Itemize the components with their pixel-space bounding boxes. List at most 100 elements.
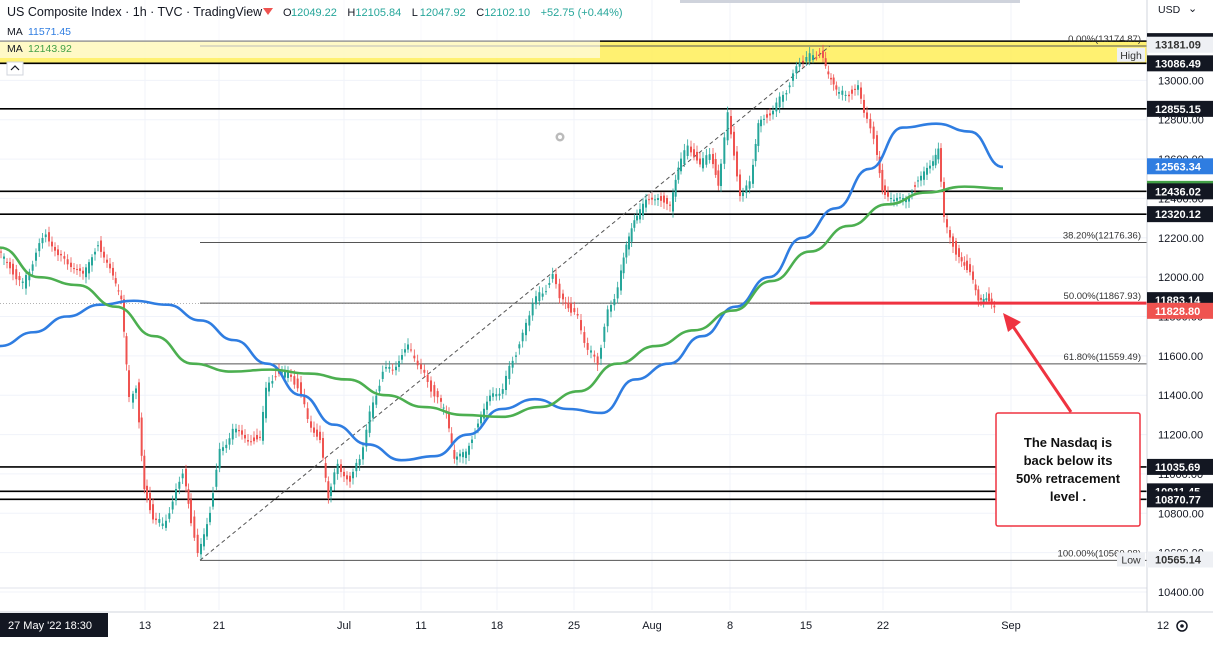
candle-body [872,126,875,139]
fib-level-label: 61.80%(11559.49) [1064,352,1141,363]
candle-body [630,228,633,242]
price-label[interactable]: 11035.69 [1147,458,1213,475]
candle-body [57,249,59,256]
price-label-text: 11828.80 [1155,306,1200,318]
candle-body [138,382,140,423]
price-label[interactable]: 13086.49 [1147,55,1213,72]
candle-body [477,423,479,428]
candle-body [492,393,494,397]
candle-body [654,199,656,201]
candle-body [35,252,37,261]
candle-body [253,437,255,442]
candle-body [388,366,391,369]
price-label[interactable]: 12320.12 [1147,206,1213,223]
candle-body [863,99,865,113]
candle-body [808,53,811,62]
time-axis-tick: 8 [727,620,733,632]
price-label[interactable]: 11828.80 [1147,302,1213,319]
price-label[interactable]: 13181.09 [1147,36,1213,53]
price-axis-tick: 11200.00 [1158,430,1203,442]
time-axis-tick: 18 [491,620,503,632]
candle-body [838,92,840,94]
candle-body [498,393,501,396]
candle-body [736,151,738,177]
candle-body [674,179,677,197]
price-label[interactable]: 12855.15 [1147,100,1213,117]
fib-level-label: 38.20%(12176.36) [1063,230,1141,241]
candle-body [241,430,243,435]
price-axis[interactable]: 10400.0010600.0010800.0011000.0011200.00… [1146,0,1213,643]
candle-body [528,315,531,326]
chart[interactable]: 0.00%(13174.87) 38.20%(12176.36) 50.00%(11… [0,0,1213,643]
time-axis[interactable]: 13 21 Jul 11 18 25 Aug 8 15 22 Sep 12 27 May '22 18:… [0,611,1213,643]
candle-body [48,232,50,242]
collapse-legend-icon[interactable] [6,61,24,76]
candle-body [660,196,662,201]
candle-body [161,523,164,527]
candle-body [319,431,321,440]
candle-body [6,261,8,263]
candle-body [739,174,741,197]
candle-body [132,393,134,403]
candle-body [702,158,704,169]
candle-body [923,171,925,180]
candle-body [887,192,889,197]
candle-body [805,57,808,62]
candle-body [541,293,544,297]
candle-body [284,371,286,378]
candle-body [854,88,856,90]
price-label[interactable]: 10870.77 [1147,491,1213,508]
candle-body [486,401,488,410]
candle-body [648,199,650,201]
candle-body [222,447,224,451]
candle-body [966,260,968,271]
candle-body [97,245,99,247]
candle-body [636,215,638,221]
candle-body [391,369,394,371]
price-label[interactable]: 10565.14 [1147,551,1213,568]
candle-body [564,302,567,304]
candle-body [946,219,948,228]
candle-body [686,145,689,156]
candle-body [884,185,886,195]
alert-clock-icon[interactable] [555,132,565,142]
extreme-tag: High [1117,47,1145,62]
candle-body [91,257,93,266]
candle-body [70,262,72,268]
symbol-title: US Composite Index · 1h · TVC · TradingV… [7,5,263,19]
price-chart-svg[interactable]: 0.00%(13174.87) 38.20%(12176.36) 50.00%(11… [0,0,1213,643]
candle-body [175,489,177,501]
price-label[interactable]: 12563.34 [1147,158,1213,175]
candle-body [696,151,698,161]
candle-body [955,240,957,255]
candle-body [769,113,771,116]
candle-body [51,241,53,247]
candle-body [570,303,572,313]
candle-body [94,251,96,255]
candle-body [85,267,87,278]
candle-body [693,149,695,157]
candle-body [54,246,56,251]
candle-body [287,372,289,378]
price-label[interactable]: 12436.02 [1147,183,1213,200]
candle-body [407,344,409,350]
candle-body [869,118,872,129]
candle-body [993,305,996,308]
candle-body [505,375,507,390]
candle-body [666,198,668,204]
candle-body [125,336,128,365]
price-label-text: 11035.69 [1155,462,1200,474]
candle-body [822,50,824,58]
price-axis-tick: 12000.00 [1158,272,1204,284]
fib-level-label: 50.00%(11867.93) [1064,291,1141,302]
candle-body [193,516,196,538]
candle-body [555,274,557,285]
candle-body [158,519,161,523]
candle-body [851,89,853,94]
candle-body [327,481,330,498]
candle-body [218,448,221,469]
candle-body [333,472,336,485]
candle-body [41,237,44,244]
annotation-box[interactable]: The Nasdaq is back below its 50% retraceme… [995,412,1141,527]
candle-body [551,273,554,279]
